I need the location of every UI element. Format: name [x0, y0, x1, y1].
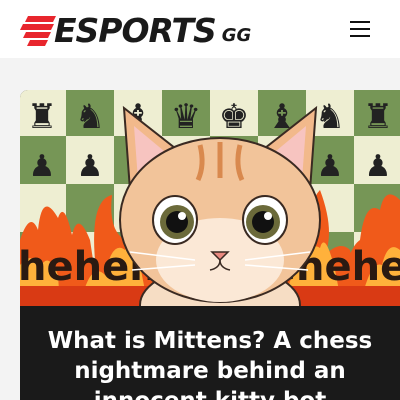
chess-piece-icon: ♞ [315, 97, 345, 137]
chess-pawn-icon: ♟ [29, 149, 56, 184]
chess-piece-icon: ♜ [363, 97, 393, 137]
logo-stripes-icon [20, 14, 56, 48]
chess-piece-icon: ♜ [27, 97, 57, 137]
site-header: ESPORTS GG [0, 0, 400, 58]
chess-piece-icon: ♞ [75, 97, 105, 137]
logo-wordmark: ESPORTS [54, 11, 217, 50]
site-logo[interactable]: ESPORTS GG [20, 10, 251, 48]
chess-piece-icon: ♛ [171, 97, 201, 137]
chess-pawn-icon: ♟ [317, 149, 344, 184]
logo-suffix: GG [221, 25, 252, 46]
hamburger-menu-icon[interactable] [346, 18, 374, 40]
chess-pawn-icon: ♟ [365, 149, 392, 184]
chess-piece-icon: ♚ [219, 97, 249, 137]
kitten-illustration [119, 105, 321, 306]
article-title[interactable]: What is Mittens? A chess nightmare behin… [20, 326, 400, 400]
article-thumbnail[interactable]: ♜♟♞♟♝♟♛♟♚♟♝♟♞♟♜♟ heheheheheheheh [20, 90, 400, 306]
featured-article-card[interactable]: ♜♟♞♟♝♟♛♟♚♟♝♟♞♟♜♟ heheheheheheheh [20, 90, 400, 400]
chess-pawn-icon: ♟ [77, 149, 104, 184]
